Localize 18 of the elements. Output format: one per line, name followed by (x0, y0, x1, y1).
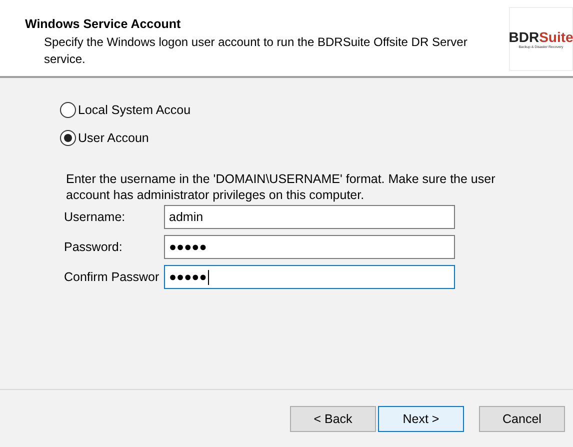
field-label: Username: (64, 210, 126, 224)
radio-button-icon[interactable] (60, 102, 76, 118)
dialog-button[interactable]: Next > (378, 406, 464, 432)
field-label: Confirm Passwor (64, 270, 160, 284)
dialog-button[interactable]: < Back (290, 406, 376, 432)
page-title: Windows Service Account (25, 17, 182, 31)
field-label: Password: (64, 240, 124, 254)
input-field[interactable]: admin (164, 205, 455, 229)
input-field[interactable]: ●●●●● (164, 235, 455, 259)
account-radio-option[interactable]: User Accoun (60, 130, 573, 146)
dialog-button[interactable]: Cancel (479, 406, 565, 432)
logo-wordmark: BDR (508, 29, 540, 45)
input-field[interactable]: ●●●●● (164, 265, 455, 289)
account-radio-option[interactable]: Local System Accou (60, 102, 573, 118)
instruction-text: Enter the username in the 'DOMAIN\USERNAME' format. Make sure the user account has administrator privileges on this computer. (66, 171, 496, 203)
logo-wordmark-accent: Suite (539, 29, 573, 45)
radio-button-icon[interactable] (60, 130, 76, 146)
page-description: Specify the Windows logon user account to run the BDRSuite Offsite DR Server service. (44, 34, 468, 68)
